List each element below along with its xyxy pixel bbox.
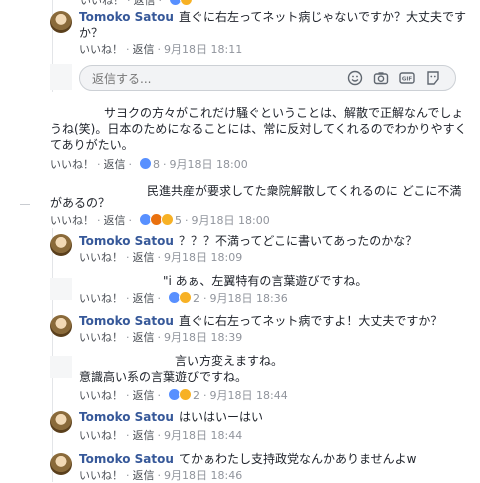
reaction-icons[interactable] xyxy=(167,291,192,308)
commenter-name[interactable]: Tomoko Satou xyxy=(79,234,174,248)
thread-line xyxy=(52,228,53,482)
reaction-icons[interactable] xyxy=(138,213,174,230)
avatar-edge xyxy=(20,198,30,205)
like-link[interactable]: いいね！ xyxy=(79,389,123,402)
reply-link[interactable]: 返信 xyxy=(133,331,155,344)
reply-link[interactable]: 返信 xyxy=(133,292,155,305)
reply-avatar-placeholder xyxy=(50,64,72,90)
like-link[interactable]: いいね！ xyxy=(79,331,123,344)
like-link[interactable]: いいね！ xyxy=(79,43,123,56)
timestamp[interactable]: 9月18日 18:46 xyxy=(164,469,242,482)
like-link[interactable]: いいね！ xyxy=(79,429,123,442)
avatar[interactable] xyxy=(50,411,72,433)
like-reaction-icon xyxy=(138,157,152,170)
haha-reaction-icon xyxy=(178,388,192,401)
camera-icon[interactable] xyxy=(373,70,389,86)
reply-link[interactable]: 返信 xyxy=(133,429,155,442)
comment-text-line: があるの？ xyxy=(50,196,111,210)
timestamp[interactable]: 9月18日 18:36 xyxy=(210,292,288,305)
comment-text: Tomoko Satou はいはいーはい xyxy=(79,410,263,424)
gif-icon[interactable]: GIF xyxy=(399,70,415,86)
comment-text: Tomoko Satou 直ぐに右左ってネット病ですよ！大丈夫ですか？ xyxy=(79,314,443,328)
svg-text:GIF: GIF xyxy=(402,77,413,83)
reply-input[interactable] xyxy=(90,69,334,89)
reaction-icons[interactable] xyxy=(167,388,192,405)
reply-link[interactable]: 返信 xyxy=(133,389,155,402)
reaction-icons[interactable] xyxy=(138,157,152,174)
haha-reaction-icon xyxy=(178,291,192,304)
timestamp[interactable]: 9月18日 18:00 xyxy=(170,158,248,171)
commenter-name[interactable]: Tomoko Satou xyxy=(79,410,174,424)
comment-text: Tomoko Satou ？？？不満ってどこに書いてあったのかな？ xyxy=(79,234,418,248)
commenter-name[interactable]: Tomoko Satou xyxy=(79,10,174,24)
timestamp[interactable]: 9月18日 18:44 xyxy=(164,429,242,442)
comment-text-line: か？ xyxy=(79,26,104,40)
avatar[interactable] xyxy=(50,11,72,33)
comment-text: 民進共産が要求してた衆院解散してくれるのに どこに不満 xyxy=(147,184,462,198)
comment-text: Tomoko Satou てかぁわたし支持政党なんかありませんよw xyxy=(79,452,417,466)
reaction-count[interactable]: 5 xyxy=(175,214,182,227)
like-link[interactable]: いいね！ xyxy=(79,469,123,482)
timestamp[interactable]: 9月18日 18:00 xyxy=(192,214,270,227)
reaction-count[interactable]: 8 xyxy=(153,158,160,171)
timestamp[interactable]: 9月18日 18:39 xyxy=(164,331,242,344)
emoji-icon[interactable] xyxy=(347,70,363,86)
comment-meta: いいね！ · 返信 · 5 · 9月18日 18:00 xyxy=(50,213,270,230)
avatar[interactable] xyxy=(50,234,72,256)
comment-meta: いいね！ · 返信 · 2 · 9月18日 18:44 xyxy=(79,388,288,405)
reaction-count[interactable]: 2 xyxy=(193,389,200,402)
reply-link[interactable]: 返信 xyxy=(133,43,155,56)
comment-meta: いいね！ · 返信 · 9月18日 18:39 xyxy=(79,331,243,344)
like-link[interactable]: いいね！ xyxy=(79,292,123,305)
avatar[interactable] xyxy=(50,315,72,337)
sticker-icon[interactable] xyxy=(425,70,441,86)
comment-meta: いいね！ · 返信 · 9月18日 18:09 xyxy=(79,251,243,264)
comment-meta: いいね！ · 返信 · 9月18日 18:11 xyxy=(79,43,243,56)
commenter-name[interactable]: Tomoko Satou xyxy=(79,314,174,328)
timestamp[interactable]: 9月18日 18:44 xyxy=(210,389,288,402)
like-link[interactable]: いいね！ xyxy=(79,251,123,264)
reply-link[interactable]: 返信 xyxy=(133,251,155,264)
comment-meta: いいね！ · 返信 · 9月18日 18:46 xyxy=(79,469,243,482)
comment-text-line: 意識高い系の言葉遊びですね。 xyxy=(79,370,248,384)
reply-box[interactable]: GIF xyxy=(79,65,456,91)
reply-link[interactable]: 返信 xyxy=(104,214,126,227)
timestamp[interactable]: 9月18日 18:09 xyxy=(164,251,242,264)
avatar-placeholder xyxy=(50,356,72,378)
avatar[interactable] xyxy=(50,453,72,475)
timestamp[interactable]: 9月18日 18:11 xyxy=(164,43,242,56)
comment-meta: いいね！ · 返信 · 9月18日 18:44 xyxy=(79,429,243,442)
reply-link[interactable]: 返信 xyxy=(133,469,155,482)
comment-meta: いいね！ · 返信 · 8 · 9月18日 18:00 xyxy=(50,157,248,174)
comment-text: "i あぁ、左翼特有の言葉遊びですね。 xyxy=(163,274,368,288)
comment-text-line: てありがたい。 xyxy=(50,138,134,152)
like-link[interactable]: いいね！ xyxy=(50,158,94,171)
haha-reaction-icon xyxy=(160,213,174,226)
reaction-count[interactable]: 2 xyxy=(193,292,200,305)
comment-text: Tomoko Satou 直ぐに右左ってネット病じゃないですか？大丈夫です xyxy=(79,10,466,24)
commenter-name[interactable]: Tomoko Satou xyxy=(79,452,174,466)
comment-meta: いいね！ · 返信 · 2 · 9月18日 18:36 xyxy=(79,291,288,308)
avatar-placeholder xyxy=(50,278,72,300)
reply-link[interactable]: 返信 xyxy=(104,158,126,171)
like-link[interactable]: いいね！ xyxy=(50,214,94,227)
